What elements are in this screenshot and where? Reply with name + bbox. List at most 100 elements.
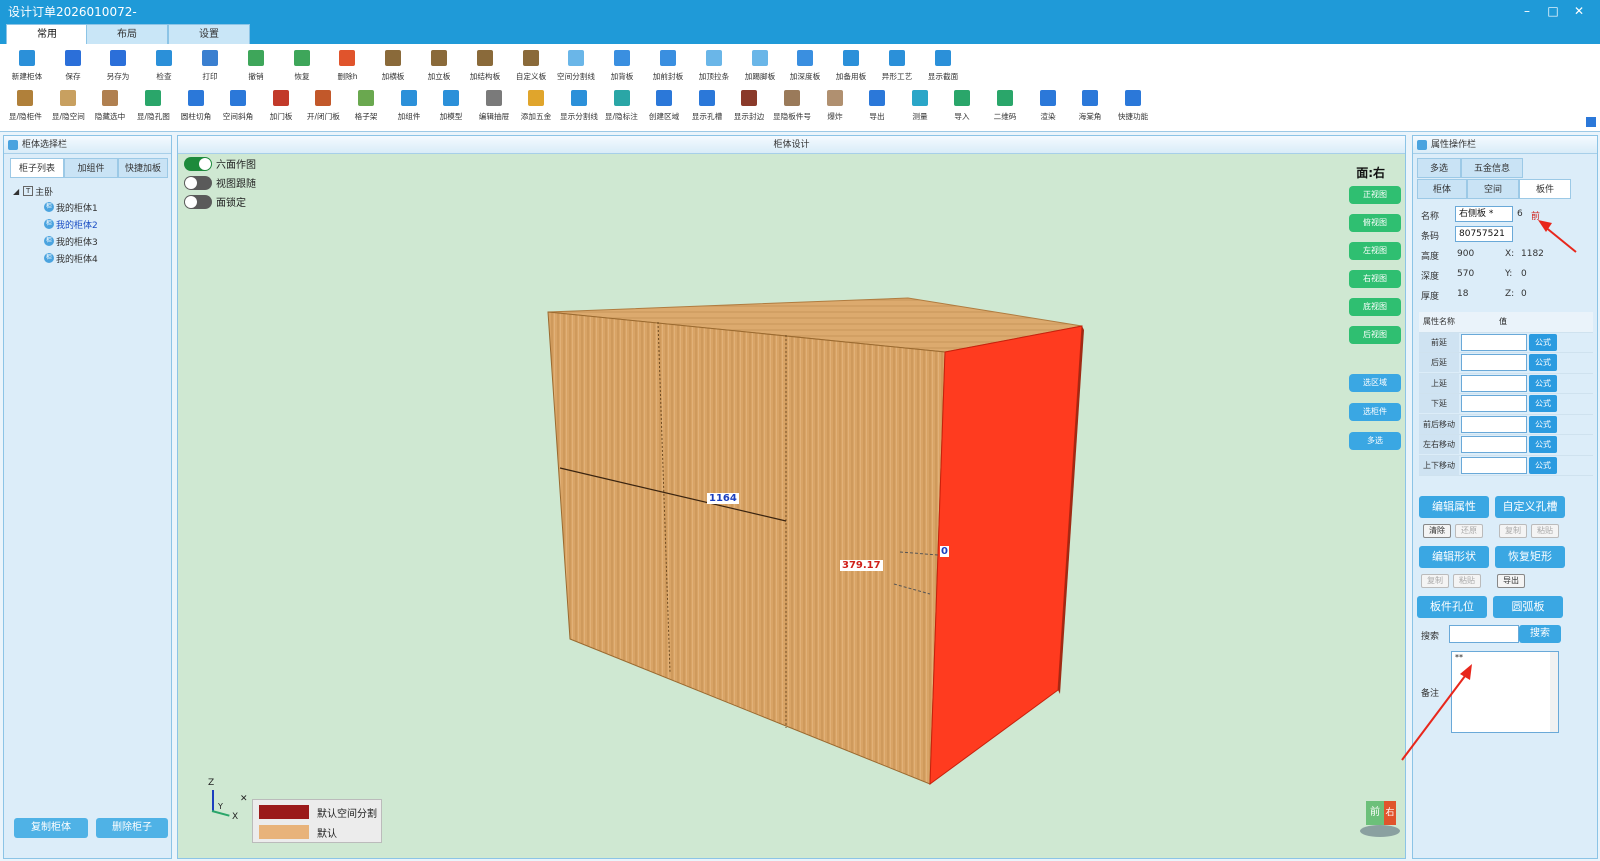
expand-icon[interactable]: ◢ bbox=[13, 187, 19, 196]
tab-cabinet-list[interactable]: 柜子列表 bbox=[10, 158, 64, 178]
formula-button[interactable]: 公式 bbox=[1529, 395, 1557, 412]
toolbar-r2-button-1[interactable]: 显/隐空间 bbox=[47, 88, 90, 128]
tab-add-component[interactable]: 加组件 bbox=[64, 158, 118, 178]
toolbar-r2-button-4[interactable]: 圆柱切角 bbox=[174, 88, 217, 128]
formula-button[interactable]: 公式 bbox=[1529, 436, 1557, 453]
nav-cube-icon[interactable]: 前 右 bbox=[1358, 797, 1402, 837]
formula-button[interactable]: 公式 bbox=[1529, 354, 1557, 371]
toolbar-r2-button-23[interactable]: 二维码 bbox=[984, 88, 1027, 128]
property-value-input[interactable] bbox=[1461, 456, 1527, 474]
close-axis-icon[interactable]: ✕ bbox=[240, 794, 248, 804]
tree-item-cabinet-1[interactable]: 柜 我的柜体1 bbox=[44, 200, 98, 214]
delete-cabinet-button[interactable]: 删除柜子 bbox=[96, 818, 168, 838]
toolbar-r2-button-20[interactable]: 导出 bbox=[856, 88, 899, 128]
3d-viewport[interactable]: 六面作图 视图跟随 面锁定 面:右 正视图 俯视图 左视图 右视图 底视图 后视… bbox=[178, 154, 1405, 858]
note-textarea[interactable]: ** bbox=[1451, 651, 1559, 733]
copy-cabinet-button[interactable]: 复制柜体 bbox=[14, 818, 88, 838]
toolbar-r2-button-15[interactable]: 创建区域 bbox=[643, 88, 686, 128]
copy-button[interactable]: 复制 bbox=[1499, 524, 1527, 538]
toolbar-r2-button-7[interactable]: 开/闭门板 bbox=[302, 88, 345, 128]
toolbar-r2-button-9[interactable]: 加组件 bbox=[387, 88, 430, 128]
toolbar-r1-button-3[interactable]: 检查 bbox=[141, 48, 187, 88]
toolbar-r2-button-24[interactable]: 渲染 bbox=[1026, 88, 1069, 128]
toolbar-r2-button-16[interactable]: 显示孔槽 bbox=[686, 88, 729, 128]
property-value-input[interactable] bbox=[1461, 354, 1527, 371]
tree-root[interactable]: ◢ T 主卧 bbox=[13, 184, 53, 198]
tree-item-cabinet-3[interactable]: 柜 我的柜体3 bbox=[44, 234, 98, 248]
tab-layout[interactable]: 布局 bbox=[86, 24, 168, 44]
close-button[interactable]: ✕ bbox=[1566, 4, 1592, 18]
toolbar-r2-button-0[interactable]: 显/隐柜件 bbox=[4, 88, 47, 128]
name-input[interactable]: 右侧板 * bbox=[1455, 206, 1513, 222]
property-value-input[interactable] bbox=[1461, 436, 1527, 453]
toolbar-r2-button-2[interactable]: 隐藏选中 bbox=[89, 88, 132, 128]
nav-cube-front[interactable]: 前 bbox=[1366, 801, 1384, 825]
toolbar-r1-button-18[interactable]: 加备用板 bbox=[828, 48, 874, 88]
toolbar-r1-button-4[interactable]: 打印 bbox=[187, 48, 233, 88]
nav-cube-right[interactable]: 右 bbox=[1384, 801, 1396, 825]
formula-button[interactable]: 公式 bbox=[1529, 374, 1557, 392]
toolbar-r1-button-16[interactable]: 加踢脚板 bbox=[737, 48, 783, 88]
property-value-input[interactable] bbox=[1461, 374, 1527, 392]
toolbar-r2-button-17[interactable]: 显示封边 bbox=[728, 88, 771, 128]
restore-button[interactable]: 还原 bbox=[1455, 524, 1483, 538]
toolbar-r1-button-14[interactable]: 加前封板 bbox=[645, 48, 691, 88]
custom-hole-slot-button[interactable]: 自定义孔槽 bbox=[1495, 496, 1565, 518]
toolbar-r1-button-11[interactable]: 自定义板 bbox=[508, 48, 554, 88]
property-value-input[interactable] bbox=[1461, 415, 1527, 433]
cabinet-model[interactable] bbox=[178, 154, 1405, 858]
toolbar-r1-button-13[interactable]: 加背板 bbox=[599, 48, 645, 88]
arc-board-button[interactable]: 圆弧板 bbox=[1493, 596, 1563, 618]
toolbar-r1-button-12[interactable]: 空间分割线 bbox=[554, 48, 600, 88]
export-shape-button[interactable]: 导出 bbox=[1497, 574, 1525, 588]
toolbar-r2-button-12[interactable]: 添加五金 bbox=[515, 88, 558, 128]
toolbar-r1-button-0[interactable]: 新建柜体 bbox=[4, 48, 50, 88]
toolbar-r1-button-5[interactable]: 撤销 bbox=[233, 48, 279, 88]
toolbar-r1-button-15[interactable]: 加顶拉条 bbox=[691, 48, 737, 88]
toolbar-r1-button-8[interactable]: 加横板 bbox=[370, 48, 416, 88]
toolbar-r1-button-6[interactable]: 恢复 bbox=[279, 48, 325, 88]
restore-rectangle-button[interactable]: 恢复矩形 bbox=[1495, 546, 1565, 568]
cabinet-front[interactable] bbox=[547, 311, 946, 785]
toolbar-r2-button-22[interactable]: 导入 bbox=[941, 88, 984, 128]
toolbar-r2-button-14[interactable]: 显/隐标注 bbox=[600, 88, 643, 128]
tab-hardware-info[interactable]: 五金信息 bbox=[1461, 158, 1523, 178]
toolbar-r1-button-10[interactable]: 加结构板 bbox=[462, 48, 508, 88]
formula-button[interactable]: 公式 bbox=[1529, 415, 1557, 433]
search-button[interactable]: 搜索 bbox=[1519, 625, 1561, 643]
paste-button[interactable]: 粘贴 bbox=[1531, 524, 1559, 538]
toolbar-r1-button-17[interactable]: 加深度板 bbox=[783, 48, 829, 88]
tab-space[interactable]: 空间 bbox=[1467, 179, 1519, 199]
toolbar-r2-button-5[interactable]: 空间斜角 bbox=[217, 88, 260, 128]
toolbar-r2-button-13[interactable]: 显示分割线 bbox=[558, 88, 601, 128]
tab-quick-add-board[interactable]: 快捷加板 bbox=[118, 158, 168, 178]
toolbar-r2-button-3[interactable]: 显/隐孔图 bbox=[132, 88, 175, 128]
search-input[interactable] bbox=[1449, 625, 1519, 643]
maximize-button[interactable]: □ bbox=[1540, 4, 1566, 18]
toolbar-r1-button-2[interactable]: 另存为 bbox=[96, 48, 142, 88]
barcode-input[interactable]: 80757521 bbox=[1455, 226, 1513, 242]
toolbar-r2-button-10[interactable]: 加模型 bbox=[430, 88, 473, 128]
toolbar-r2-button-21[interactable]: 测量 bbox=[898, 88, 941, 128]
minimize-button[interactable]: – bbox=[1514, 4, 1540, 18]
tab-common[interactable]: 常用 bbox=[6, 24, 88, 44]
cabinet-right-side-selected[interactable] bbox=[929, 325, 1083, 786]
toolbar-r2-button-18[interactable]: 显隐板件号 bbox=[771, 88, 814, 128]
paste-shape-button[interactable]: 粘贴 bbox=[1453, 574, 1481, 588]
toolbar-r1-button-7[interactable]: 删除h bbox=[325, 48, 371, 88]
copy-shape-button[interactable]: 复制 bbox=[1421, 574, 1449, 588]
property-value-input[interactable] bbox=[1461, 395, 1527, 412]
toolbar-r1-button-1[interactable]: 保存 bbox=[50, 48, 96, 88]
tab-settings[interactable]: 设置 bbox=[168, 24, 250, 44]
toolbar-r2-button-6[interactable]: 加门板 bbox=[260, 88, 303, 128]
edit-attribute-button[interactable]: 编辑属性 bbox=[1419, 496, 1489, 518]
formula-button[interactable]: 公式 bbox=[1529, 456, 1557, 474]
toolbar-r2-button-8[interactable]: 格子架 bbox=[345, 88, 388, 128]
tab-board[interactable]: 板件 bbox=[1519, 179, 1571, 199]
toolbar-r1-button-20[interactable]: 显示截面 bbox=[920, 48, 966, 88]
toolbar-r2-button-25[interactable]: 海棠角 bbox=[1069, 88, 1112, 128]
note-scrollbar[interactable] bbox=[1550, 652, 1558, 732]
toolbar-r2-button-11[interactable]: 编辑抽屉 bbox=[473, 88, 516, 128]
toolbar-r1-button-19[interactable]: 异形工艺 bbox=[874, 48, 920, 88]
tree-item-cabinet-4[interactable]: 柜 我的柜体4 bbox=[44, 251, 98, 265]
